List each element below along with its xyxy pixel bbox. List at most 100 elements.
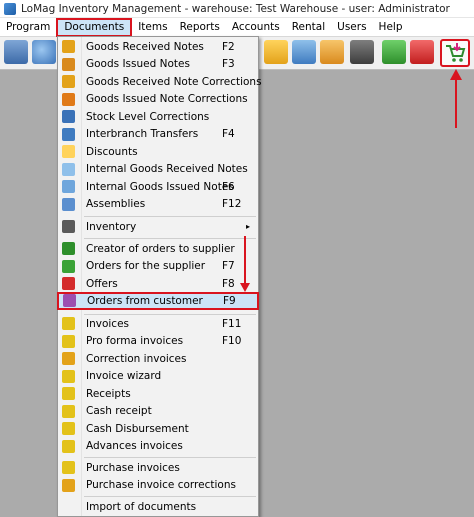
discount-icon	[62, 145, 75, 159]
internal-document-icon	[62, 180, 75, 194]
menu-item-label: Correction invoices	[86, 352, 187, 365]
menu-documents[interactable]: Documents	[56, 17, 133, 37]
menu-reports[interactable]: Reports	[174, 18, 226, 37]
menu-item-pro-forma-invoices[interactable]: Pro forma invoices F10	[58, 333, 258, 351]
inventory-icon[interactable]	[350, 40, 374, 64]
assembly-icon	[62, 197, 75, 211]
invoice-correction-icon	[62, 352, 75, 366]
orders-from-customer-toolbar-button[interactable]	[440, 39, 470, 67]
menu-item-shortcut: F12	[222, 198, 242, 211]
menu-users[interactable]: Users	[331, 18, 372, 37]
title-bar: LoMag Inventory Management - warehouse: …	[0, 0, 474, 18]
menu-item-goods-issued-note-corrections[interactable]: Goods Issued Note Corrections	[58, 91, 258, 109]
truck-icon	[62, 242, 75, 256]
menu-item-goods-received-notes[interactable]: Goods Received Notes F2	[58, 38, 258, 56]
menu-item-receipts[interactable]: Receipts	[58, 385, 258, 403]
menu-item-invoice-wizard[interactable]: Invoice wizard	[58, 368, 258, 386]
menu-item-invoices[interactable]: Invoices F11	[58, 315, 258, 333]
cash-icon	[62, 404, 75, 418]
offer-tag-icon	[62, 277, 75, 291]
document-icon	[62, 57, 75, 71]
menu-item-assemblies[interactable]: Assemblies F12	[58, 196, 258, 214]
offer-tag-icon[interactable]	[410, 40, 434, 64]
menu-item-shortcut: F6	[222, 180, 235, 193]
invoice-icon	[62, 334, 75, 348]
menu-item-creator-of-orders-to-supplier[interactable]: Creator of orders to supplier	[58, 240, 258, 258]
menu-item-label: Goods Issued Notes	[86, 58, 190, 71]
menu-item-cash-receipt[interactable]: Cash receipt	[58, 403, 258, 421]
menu-item-shortcut: F2	[222, 40, 235, 53]
menu-items[interactable]: Items	[132, 18, 173, 37]
annotation-arrow-up-line	[455, 78, 457, 128]
menu-item-orders-for-the-supplier[interactable]: Orders for the supplier F7	[58, 258, 258, 276]
internal-document-icon	[62, 162, 75, 176]
menu-accounts[interactable]: Accounts	[226, 18, 286, 37]
menu-item-label: Assemblies	[86, 198, 146, 211]
menu-item-label: Cash receipt	[86, 405, 152, 418]
menu-item-label: Purchase invoice corrections	[86, 479, 236, 492]
menu-item-label: Inventory	[86, 220, 137, 233]
menu-item-label: Orders for the supplier	[86, 260, 206, 273]
menu-item-cash-disbursement[interactable]: Cash Disbursement	[58, 420, 258, 438]
menu-item-label: Goods Received Note Corrections	[86, 75, 262, 88]
menu-separator	[84, 457, 256, 458]
menu-item-advances-invoices[interactable]: Advances invoices	[58, 438, 258, 456]
menu-item-label: Pro forma invoices	[86, 335, 184, 348]
menu-item-purchase-invoice-corrections[interactable]: Purchase invoice corrections	[58, 477, 258, 495]
menu-item-label: Internal Goods Issued Notes	[86, 180, 234, 193]
shopping-cart-icon	[63, 294, 76, 308]
menu-item-shortcut: F3	[222, 58, 235, 71]
menu-item-label: Interbranch Transfers	[86, 128, 199, 141]
menu-program[interactable]: Program	[0, 18, 56, 37]
menu-item-internal-goods-received-notes[interactable]: Internal Goods Received Notes	[58, 161, 258, 179]
menu-item-goods-received-note-corrections[interactable]: Goods Received Note Corrections	[58, 73, 262, 91]
invoice-icon	[62, 317, 75, 331]
documents-dropdown-menu: Goods Received Notes F2 Goods Issued Not…	[57, 36, 262, 517]
menu-item-purchase-invoices[interactable]: Purchase invoices	[58, 459, 258, 477]
truck-icon	[62, 259, 75, 273]
menu-item-inventory[interactable]: Inventory ▸	[58, 218, 258, 236]
menu-item-shortcut: F8	[222, 277, 235, 290]
transfer-arrows-icon	[62, 127, 75, 141]
menu-item-label: Purchase invoices	[86, 461, 180, 474]
menu-item-label: Cash Disbursement	[86, 422, 189, 435]
warehouse-icon[interactable]	[4, 40, 28, 64]
truck-icon[interactable]	[382, 40, 406, 64]
menu-item-label: Offers	[86, 277, 118, 290]
menu-item-label: Goods Received Notes	[86, 40, 204, 53]
package-icon[interactable]	[320, 40, 344, 64]
menu-item-internal-goods-issued-notes[interactable]: Internal Goods Issued Notes F6	[58, 178, 258, 196]
menu-item-stock-level-corrections[interactable]: Stock Level Corrections	[58, 108, 258, 126]
document-icon	[62, 40, 75, 54]
boxes-icon[interactable]	[292, 40, 316, 64]
menu-item-label: Goods Issued Note Corrections	[86, 93, 248, 106]
menu-rental[interactable]: Rental	[286, 18, 331, 37]
price-icon[interactable]	[264, 40, 288, 64]
menu-item-label: Stock Level Corrections	[86, 110, 210, 123]
stock-level-icon	[62, 110, 75, 124]
menu-bar: Program Documents Items Reports Accounts…	[0, 17, 474, 37]
menu-item-offers[interactable]: Offers F8	[58, 275, 258, 293]
invoice-wizard-icon	[62, 369, 75, 383]
shopping-cart-icon	[446, 43, 466, 62]
invoice-icon	[62, 461, 75, 475]
menu-item-shortcut: F11	[222, 317, 242, 330]
annotation-arrow-up-head	[450, 69, 462, 80]
app-icon	[4, 2, 16, 15]
menu-item-label: Import of documents	[86, 500, 197, 513]
menu-item-import-of-documents[interactable]: Import of documents	[58, 498, 258, 516]
menu-item-discounts[interactable]: Discounts	[58, 143, 258, 161]
window-title: LoMag Inventory Management - warehouse: …	[21, 2, 450, 15]
search-icon[interactable]	[32, 40, 56, 64]
menu-item-orders-from-customer[interactable]: Orders from customer F9	[57, 292, 259, 310]
menu-item-interbranch-transfers[interactable]: Interbranch Transfers F4	[58, 126, 258, 144]
menu-help[interactable]: Help	[373, 18, 409, 37]
menu-item-label: Receipts	[86, 387, 131, 400]
inventory-icon	[62, 220, 75, 234]
menu-item-goods-issued-notes[interactable]: Goods Issued Notes F3	[58, 56, 258, 74]
document-correction-icon	[62, 92, 75, 106]
menu-item-correction-invoices[interactable]: Correction invoices	[58, 350, 258, 368]
menu-item-label: Advances invoices	[86, 440, 183, 453]
menu-item-shortcut: F9	[223, 294, 236, 307]
menu-item-label: Invoice wizard	[86, 370, 162, 383]
